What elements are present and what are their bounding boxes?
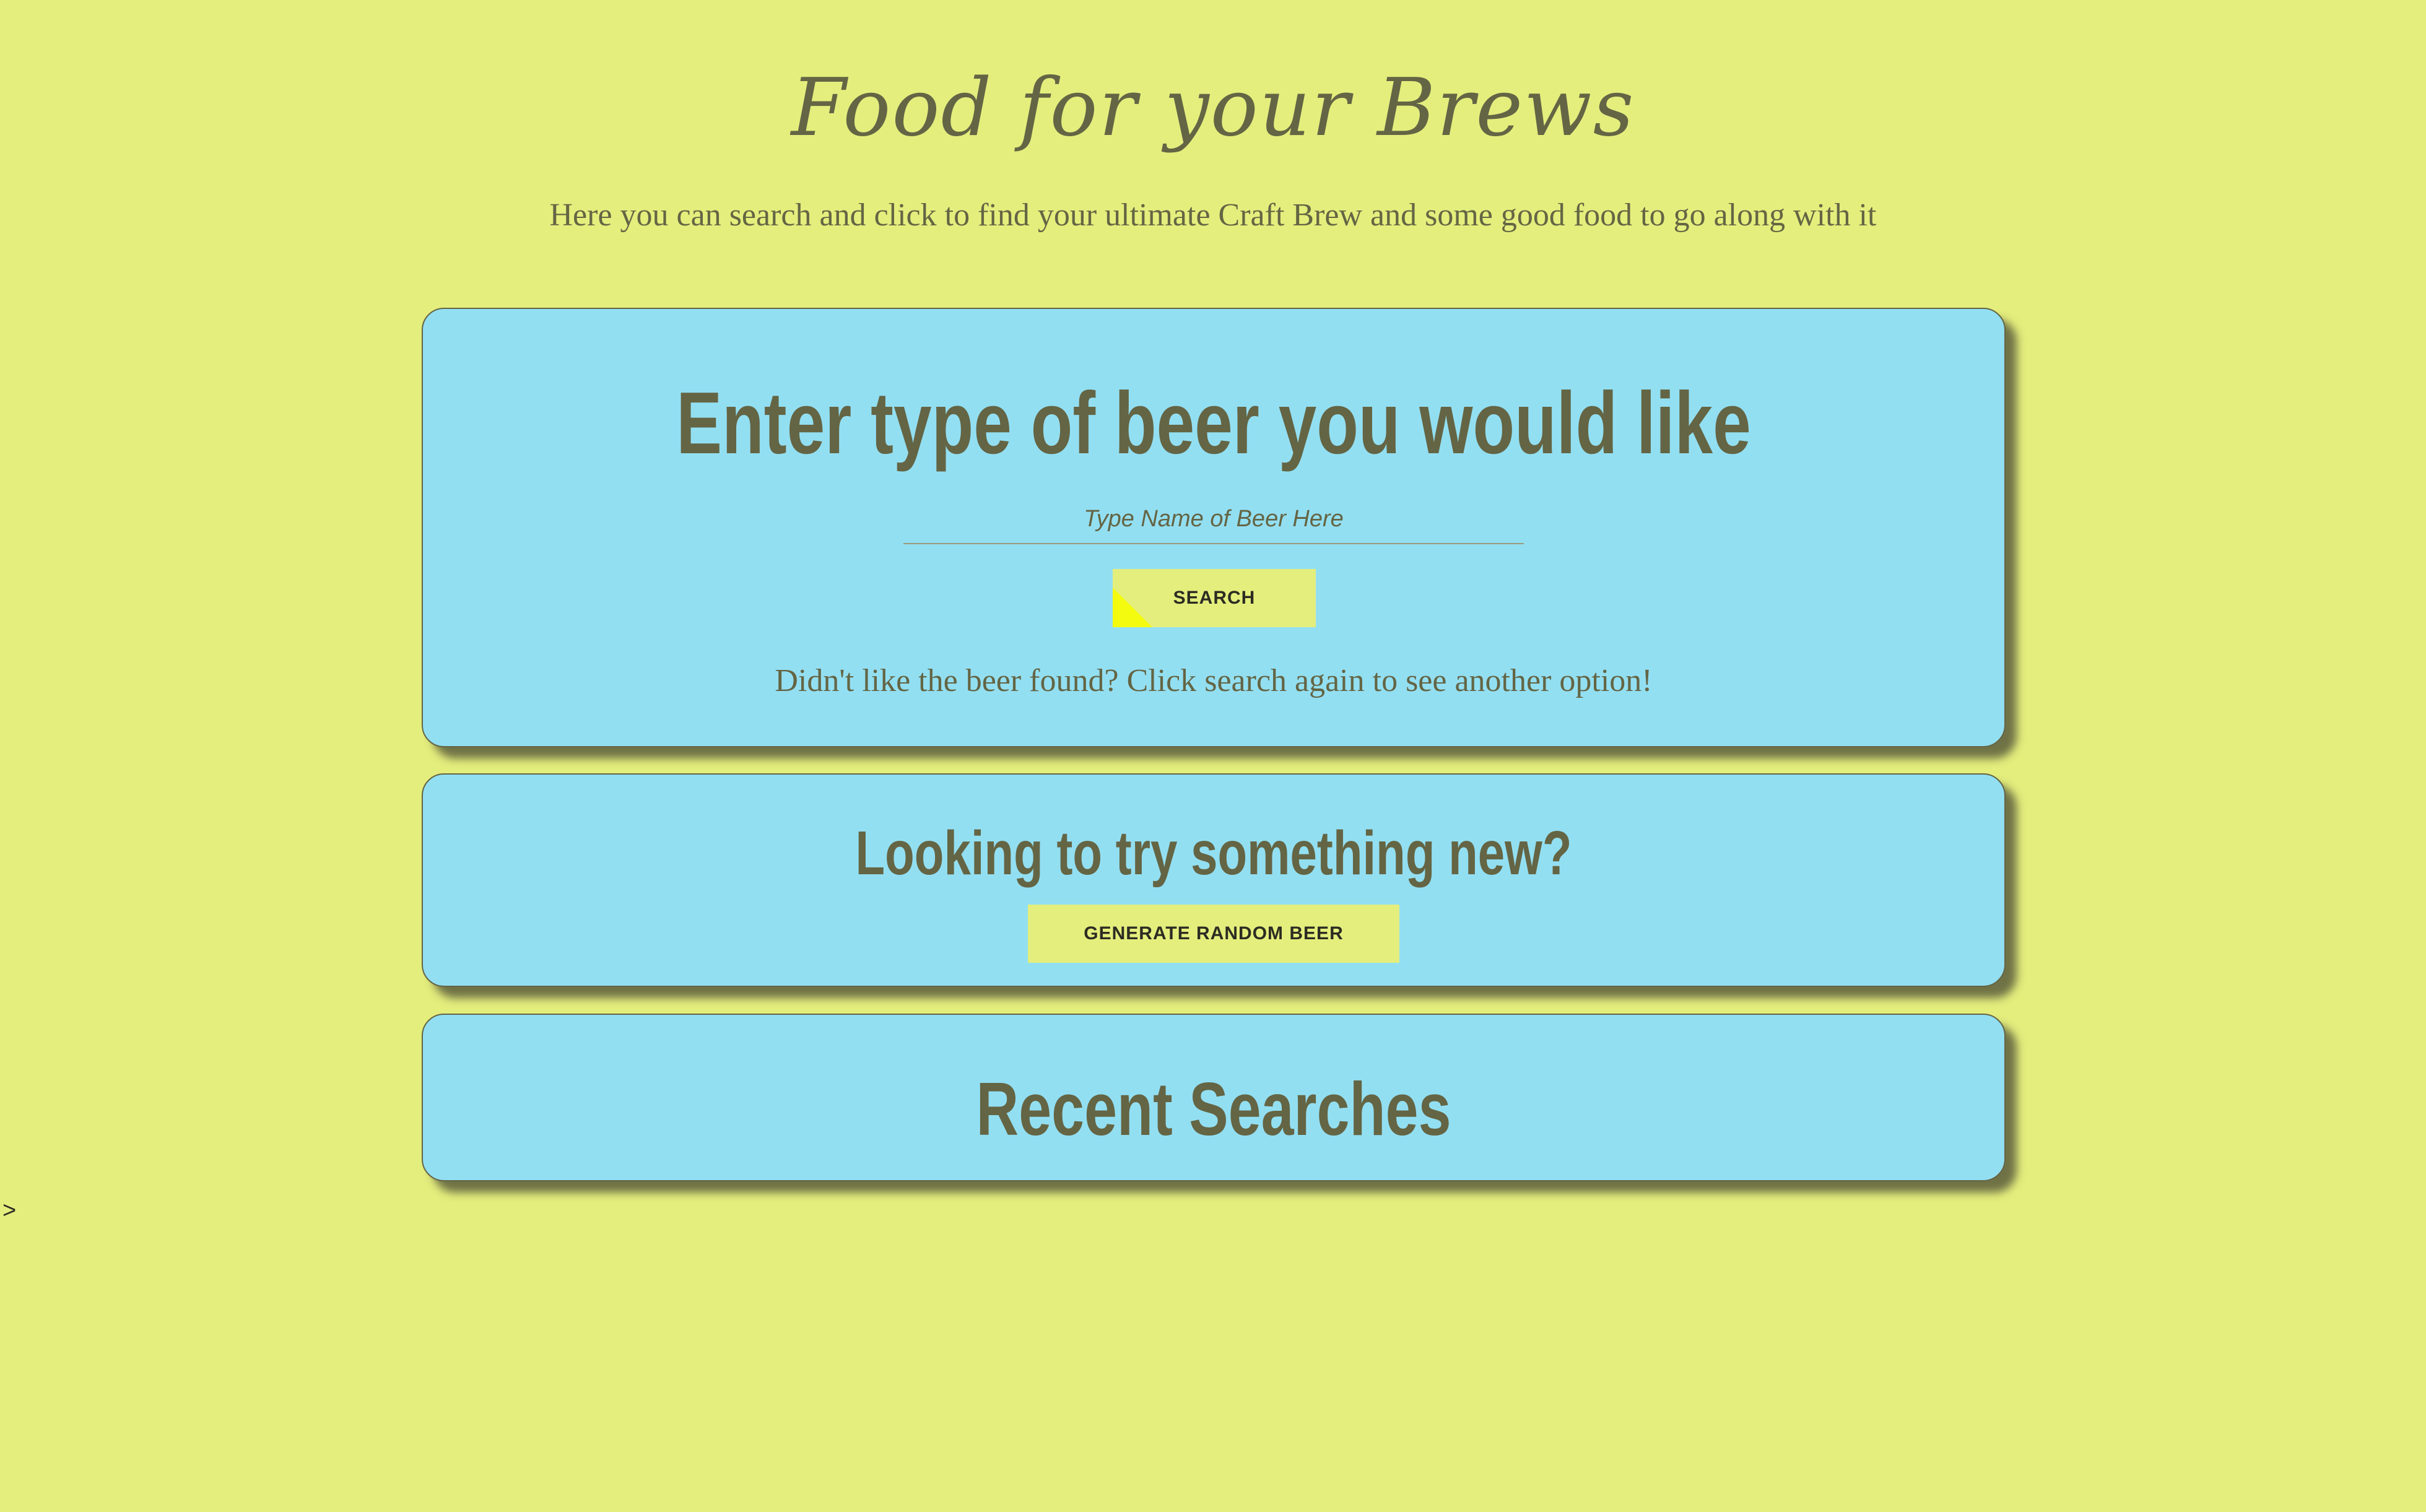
generate-random-beer-button[interactable]: GENERATE RANDOM BEER bbox=[1028, 905, 1399, 963]
random-beer-card: Looking to try something new? GENERATE R… bbox=[422, 773, 2006, 987]
recent-searches-card: Recent Searches bbox=[422, 1014, 2006, 1181]
button-corner-accent bbox=[1113, 588, 1152, 627]
page-subtitle: Here you can search and click to find yo… bbox=[549, 198, 1877, 233]
search-heading: Enter type of beer you would like bbox=[676, 374, 1751, 472]
stray-text: > bbox=[2, 1197, 17, 1223]
beer-search-input[interactable] bbox=[903, 495, 1524, 544]
search-button-label: SEARCH bbox=[1173, 588, 1256, 608]
search-button[interactable]: SEARCH bbox=[1113, 569, 1316, 627]
random-heading: Looking to try something new? bbox=[855, 819, 1572, 888]
random-button-label: GENERATE RANDOM BEER bbox=[1084, 923, 1344, 944]
search-again-hint: Didn't like the beer found? Click search… bbox=[775, 663, 1653, 698]
beer-search-card: Enter type of beer you would like SEARCH… bbox=[422, 308, 2006, 747]
recent-searches-heading: Recent Searches bbox=[976, 1067, 1451, 1151]
page-title: Food for your Brews bbox=[791, 62, 1635, 154]
